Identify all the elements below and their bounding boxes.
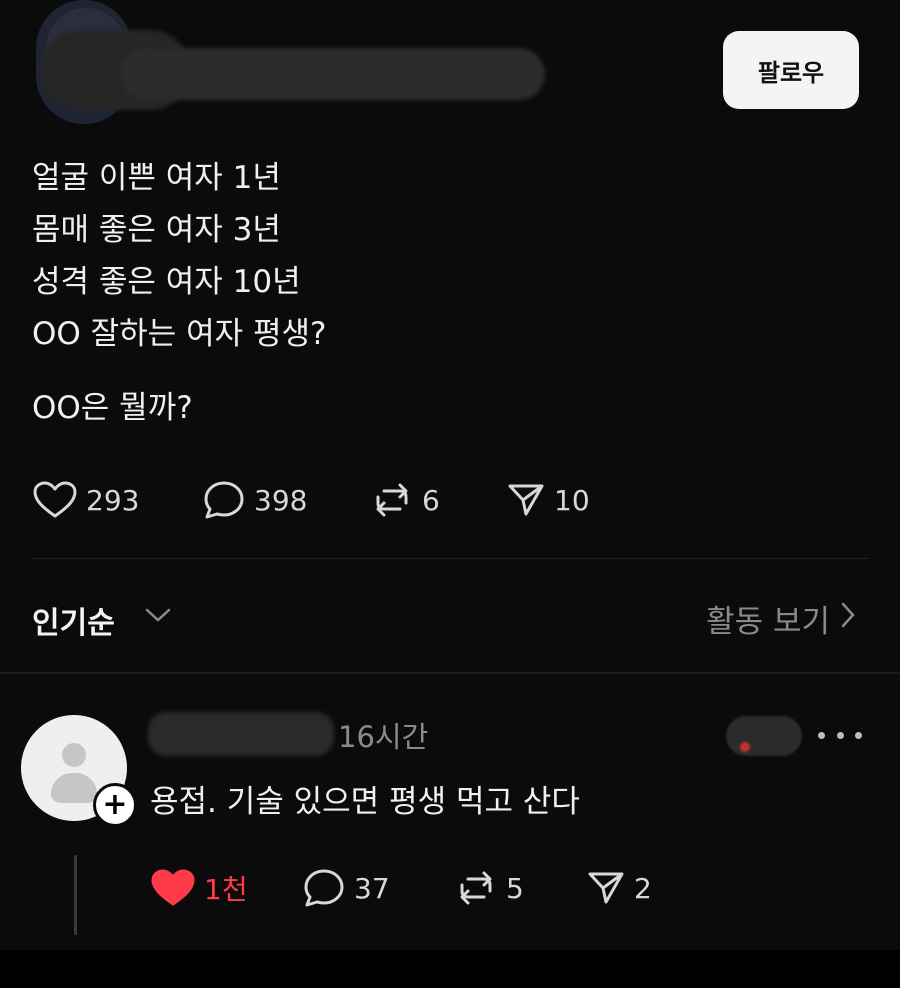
plus-icon[interactable]: +	[93, 783, 137, 827]
avatar-icon	[62, 743, 86, 767]
heart-icon	[150, 868, 196, 908]
comment-count: 398	[254, 483, 308, 517]
comment-reply-button[interactable]: 37	[302, 867, 454, 909]
view-activity-label: 활동 보기	[706, 604, 830, 640]
sort-row: 인기순 활동 보기	[32, 592, 868, 644]
share-button[interactable]: 10	[506, 480, 626, 520]
reply-avatar-redacted	[726, 716, 802, 756]
repost-icon	[454, 867, 498, 909]
repost-button[interactable]: 6	[370, 479, 506, 521]
comment-icon	[202, 479, 246, 521]
post-question: OO은 뭘까?	[32, 390, 193, 426]
section-separator	[0, 672, 900, 674]
chevron-right-icon	[830, 601, 856, 637]
repost-count: 6	[422, 483, 440, 517]
chevron-down-icon[interactable]	[144, 606, 172, 628]
like-count: 293	[86, 483, 140, 517]
comment-button[interactable]: 398	[202, 479, 370, 521]
commenter-name-redacted[interactable]	[148, 712, 334, 756]
send-icon	[506, 480, 546, 520]
view-activity-link[interactable]: 활동 보기	[706, 596, 856, 641]
follow-button[interactable]: 팔로우	[723, 31, 859, 109]
post-line: OO 잘하는 여자 평생?	[32, 316, 327, 352]
post-line: 얼굴 이쁜 여자 1년	[32, 160, 281, 196]
avatar-icon-body	[51, 773, 97, 803]
post-line: 성격 좋은 여자 10년	[32, 264, 301, 300]
more-icon[interactable]	[818, 720, 862, 750]
comment-like-button[interactable]: 1천	[150, 868, 302, 908]
share-count: 10	[554, 483, 590, 517]
comment-icon	[302, 867, 346, 909]
heart-icon	[32, 480, 78, 520]
like-button[interactable]: 293	[32, 480, 202, 520]
comment-timestamp: 16시간	[338, 720, 429, 754]
bottom-bar	[0, 950, 900, 988]
heart-badge	[740, 742, 750, 752]
comment-reply-count: 37	[354, 871, 390, 905]
comment-repost-button[interactable]: 5	[454, 867, 586, 909]
comment-share-count: 2	[634, 871, 652, 905]
post-line: 몸매 좋은 여자 3년	[32, 212, 281, 248]
screen: 팔로우 얼굴 이쁜 여자 1년 몸매 좋은 여자 3년 성격 좋은 여자 10년…	[0, 0, 900, 950]
post-actions: 293 398 6 10	[32, 474, 626, 526]
thread-line	[74, 855, 77, 935]
author-name-redacted[interactable]	[120, 48, 545, 100]
divider	[32, 558, 868, 559]
send-icon	[586, 868, 626, 908]
comment-text: 용접. 기술 있으면 평생 먹고 산다	[150, 784, 580, 820]
repost-icon	[370, 479, 414, 521]
post-text: 얼굴 이쁜 여자 1년 몸매 좋은 여자 3년 성격 좋은 여자 10년 OO …	[32, 152, 326, 434]
sort-dropdown[interactable]: 인기순	[32, 598, 115, 642]
comment-actions: 1천 37 5 2	[150, 862, 686, 914]
comment-repost-count: 5	[506, 871, 524, 905]
comment-like-count: 1천	[204, 873, 248, 906]
comment-share-button[interactable]: 2	[586, 868, 686, 908]
